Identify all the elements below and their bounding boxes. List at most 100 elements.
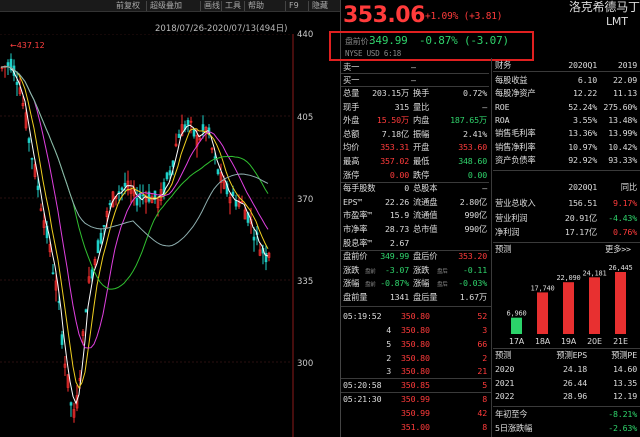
candle	[186, 120, 190, 126]
candle	[6, 62, 10, 67]
toolbar-item[interactable]: 帮助	[248, 0, 264, 12]
forecast-category-label: 21E	[613, 337, 628, 346]
stat-value: 990亿	[464, 210, 488, 221]
stat-value: 0.72%	[463, 88, 487, 98]
divider	[493, 406, 640, 407]
buy-one-label: 买一	[343, 75, 360, 85]
candle	[123, 182, 127, 187]
toolbar-separator	[244, 1, 245, 11]
forecast-bar-label: 17,740	[530, 284, 554, 292]
toolbar-separator	[221, 1, 222, 11]
exchange-line: NYSE USD 6:18	[345, 49, 402, 58]
y-tick-label: 300	[297, 359, 314, 369]
toolbar-separator	[200, 1, 201, 11]
stock-ticker: LMT	[606, 15, 628, 28]
eps-pe: 14.60	[613, 364, 637, 374]
stat-value: 353.20	[458, 251, 487, 262]
toolbar-item[interactable]: 前复权	[116, 0, 140, 12]
kline-chart-pane[interactable]: 前复权 超级叠加 画线 工具 帮助 F9 隐藏 2018/07/26-2020/07/13(…	[0, 0, 340, 437]
fin-header: 同比	[620, 182, 637, 192]
forecast-bar-label: 6,960	[506, 310, 526, 318]
stat-value: 348.60	[458, 156, 487, 166]
column-divider	[491, 58, 492, 437]
fin-value: 9.17%	[613, 198, 637, 208]
price-change: +1.09% (+3.81)	[425, 11, 503, 22]
chart-range-title: 2018/07/26-2020/07/13(494日)	[155, 24, 288, 34]
candlestick-plot[interactable]: ←437.12	[0, 34, 300, 437]
stat-value: 2.41%	[463, 128, 487, 139]
candle	[69, 402, 73, 406]
fin-value: 22.09	[613, 75, 637, 85]
stat-value: 187.65万	[450, 115, 487, 126]
fin-header: 2019	[617, 60, 637, 70]
fin-value: 93.33%	[608, 154, 637, 165]
divider	[341, 73, 489, 74]
candle	[117, 191, 121, 194]
divider	[493, 348, 640, 349]
stat-value: 2.67	[389, 237, 409, 248]
sell-one-value: —	[411, 62, 416, 72]
candle	[165, 172, 169, 180]
fin-value: 11.13	[613, 88, 637, 99]
fin-value: 10.42%	[608, 141, 637, 152]
chart-toolbar: 前复权 超级叠加 画线 工具 帮助 F9 隐藏	[0, 0, 340, 12]
forecast-bar	[589, 277, 600, 334]
forecast-bar-label: 26,445	[608, 264, 632, 272]
buy-one-value: —	[411, 75, 416, 85]
forecast-title: 预测	[495, 244, 512, 254]
toolbar-separator	[285, 1, 286, 11]
candle	[141, 194, 145, 197]
tick-order-count: 2	[386, 353, 391, 363]
divider	[341, 86, 489, 87]
stat-value: -0.03%	[458, 278, 487, 289]
toolbar-item[interactable]: 工具	[225, 0, 241, 12]
toolbar-separator	[146, 1, 147, 11]
fin-value: 275.60%	[603, 101, 637, 112]
stat-sublabel: 盘前	[365, 268, 376, 275]
candle	[84, 309, 88, 313]
candle	[168, 170, 172, 176]
toolbar-item[interactable]: 超级叠加	[150, 0, 182, 12]
financials-panel: 财务 2020Q1 2019 每股收益 6.10 22.09 每股净资产 12.22 11.13…	[493, 58, 640, 437]
forecast-bar-chart: 6,960 17A 17,740 18A 22,090 19A 24,181 20E 26,44…	[506, 264, 632, 346]
candle	[234, 200, 238, 207]
premarket-change: -0.87% (-3.07)	[419, 34, 509, 47]
candle	[30, 158, 34, 160]
divider	[493, 71, 640, 72]
tick-volume: 42	[477, 408, 487, 418]
stat-value: —	[482, 101, 487, 112]
tick-volume: 8	[482, 394, 487, 404]
toolbar-item[interactable]: 隐藏	[312, 0, 328, 12]
toolbar-item[interactable]: F9	[289, 0, 299, 12]
candle	[36, 185, 40, 191]
candle	[51, 272, 55, 275]
stock-name: 洛克希德马丁	[569, 0, 640, 14]
stat-value: 990亿	[464, 224, 488, 234]
forecast-category-label: 17A	[509, 337, 525, 346]
tick-order-count: 3	[386, 366, 391, 376]
high-price-marker: ←437.12	[10, 41, 45, 50]
fin-value: 0.76%	[613, 227, 637, 237]
perf-value: -8.21%	[608, 409, 637, 419]
fin-value: -4.43%	[608, 212, 637, 223]
toolbar-separator	[308, 1, 309, 11]
sell-one-label: 卖一	[343, 62, 360, 72]
fin-value: 13.48%	[608, 114, 637, 125]
stat-value: 2.80亿	[459, 196, 487, 207]
stat-value: 1.67万	[459, 292, 487, 302]
eps-header: 预测PE	[611, 350, 637, 360]
y-tick-label: 335	[297, 277, 314, 287]
candle	[102, 225, 106, 227]
toolbar-item[interactable]: 画线	[204, 0, 220, 12]
tick-order-count: 4	[386, 325, 391, 335]
forecast-more-link[interactable]: 更多>>	[605, 244, 631, 254]
candle	[177, 133, 181, 138]
candle	[99, 232, 103, 244]
stat-value: 0.00	[467, 169, 487, 180]
eps-pe: 12.19	[613, 391, 637, 401]
candle	[135, 198, 139, 206]
candle	[108, 203, 112, 206]
quote-panel: 353.06 +1.09% (+3.81) 洛克希德马丁 LMT 盘前价: 34…	[329, 0, 640, 437]
stat-value: —	[482, 183, 487, 194]
stat-value: 353.60	[458, 142, 487, 153]
